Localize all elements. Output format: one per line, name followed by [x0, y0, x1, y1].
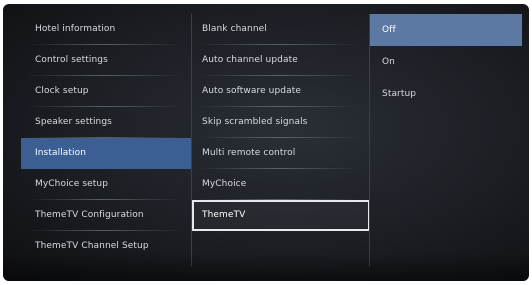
menu-item-clock-setup[interactable]: Clock setup	[21, 76, 191, 107]
submenu-item-label: Auto software update	[202, 86, 301, 96]
submenu-item-label: Blank channel	[202, 24, 267, 34]
submenu-item-blank-channel[interactable]: Blank channel	[192, 14, 370, 45]
submenu-item-mychoice[interactable]: MyChoice	[192, 169, 370, 200]
tv-menu-screen: Hotel information Control settings Clock…	[3, 4, 529, 281]
option-label: Startup	[382, 89, 417, 99]
menu-item-label: ThemeTV Channel Setup	[35, 241, 149, 251]
option-label: On	[382, 57, 395, 67]
menu-item-label: Installation	[35, 148, 87, 158]
submenu-item-label: Auto channel update	[202, 55, 298, 65]
submenu-item-auto-software-update[interactable]: Auto software update	[192, 76, 370, 107]
menu-item-label: Control settings	[35, 55, 108, 65]
menu-item-themetv-configuration[interactable]: ThemeTV Configuration	[21, 200, 191, 231]
tv-frame: Hotel information Control settings Clock…	[0, 0, 532, 285]
submenu-item-multi-remote-control[interactable]: Multi remote control	[192, 138, 370, 169]
submenu-item-themetv[interactable]: ThemeTV	[192, 200, 370, 231]
installation-submenu-column: Blank channel Auto channel update Auto s…	[191, 14, 370, 267]
submenu-item-label: Skip scrambled signals	[202, 117, 308, 127]
submenu-item-label: ThemeTV	[202, 210, 246, 220]
menu-item-themetv-channel-setup[interactable]: ThemeTV Channel Setup	[21, 231, 191, 262]
option-on[interactable]: On	[370, 46, 522, 78]
menu-item-label: MyChoice setup	[35, 179, 109, 189]
menu-item-label: Clock setup	[35, 86, 89, 96]
menu-item-installation[interactable]: Installation	[21, 138, 191, 169]
submenu-item-label: Multi remote control	[202, 148, 296, 158]
menu-item-label: ThemeTV Configuration	[35, 210, 144, 220]
menu-item-hotel-information[interactable]: Hotel information	[21, 14, 191, 45]
submenu-item-auto-channel-update[interactable]: Auto channel update	[192, 45, 370, 76]
settings-menu-column: Hotel information Control settings Clock…	[21, 14, 191, 267]
menu-item-control-settings[interactable]: Control settings	[21, 45, 191, 76]
menu-item-speaker-settings[interactable]: Speaker settings	[21, 107, 191, 138]
option-startup[interactable]: Startup	[370, 78, 522, 110]
menu-item-label: Hotel information	[35, 24, 116, 34]
option-label: Off	[382, 25, 396, 35]
submenu-item-skip-scrambled-signals[interactable]: Skip scrambled signals	[192, 107, 370, 138]
submenu-item-label: MyChoice	[202, 179, 247, 189]
option-off[interactable]: Off	[370, 14, 522, 46]
options-column: Off On Startup	[369, 14, 522, 267]
menu-item-label: Speaker settings	[35, 117, 112, 127]
menu-item-mychoice-setup[interactable]: MyChoice setup	[21, 169, 191, 200]
